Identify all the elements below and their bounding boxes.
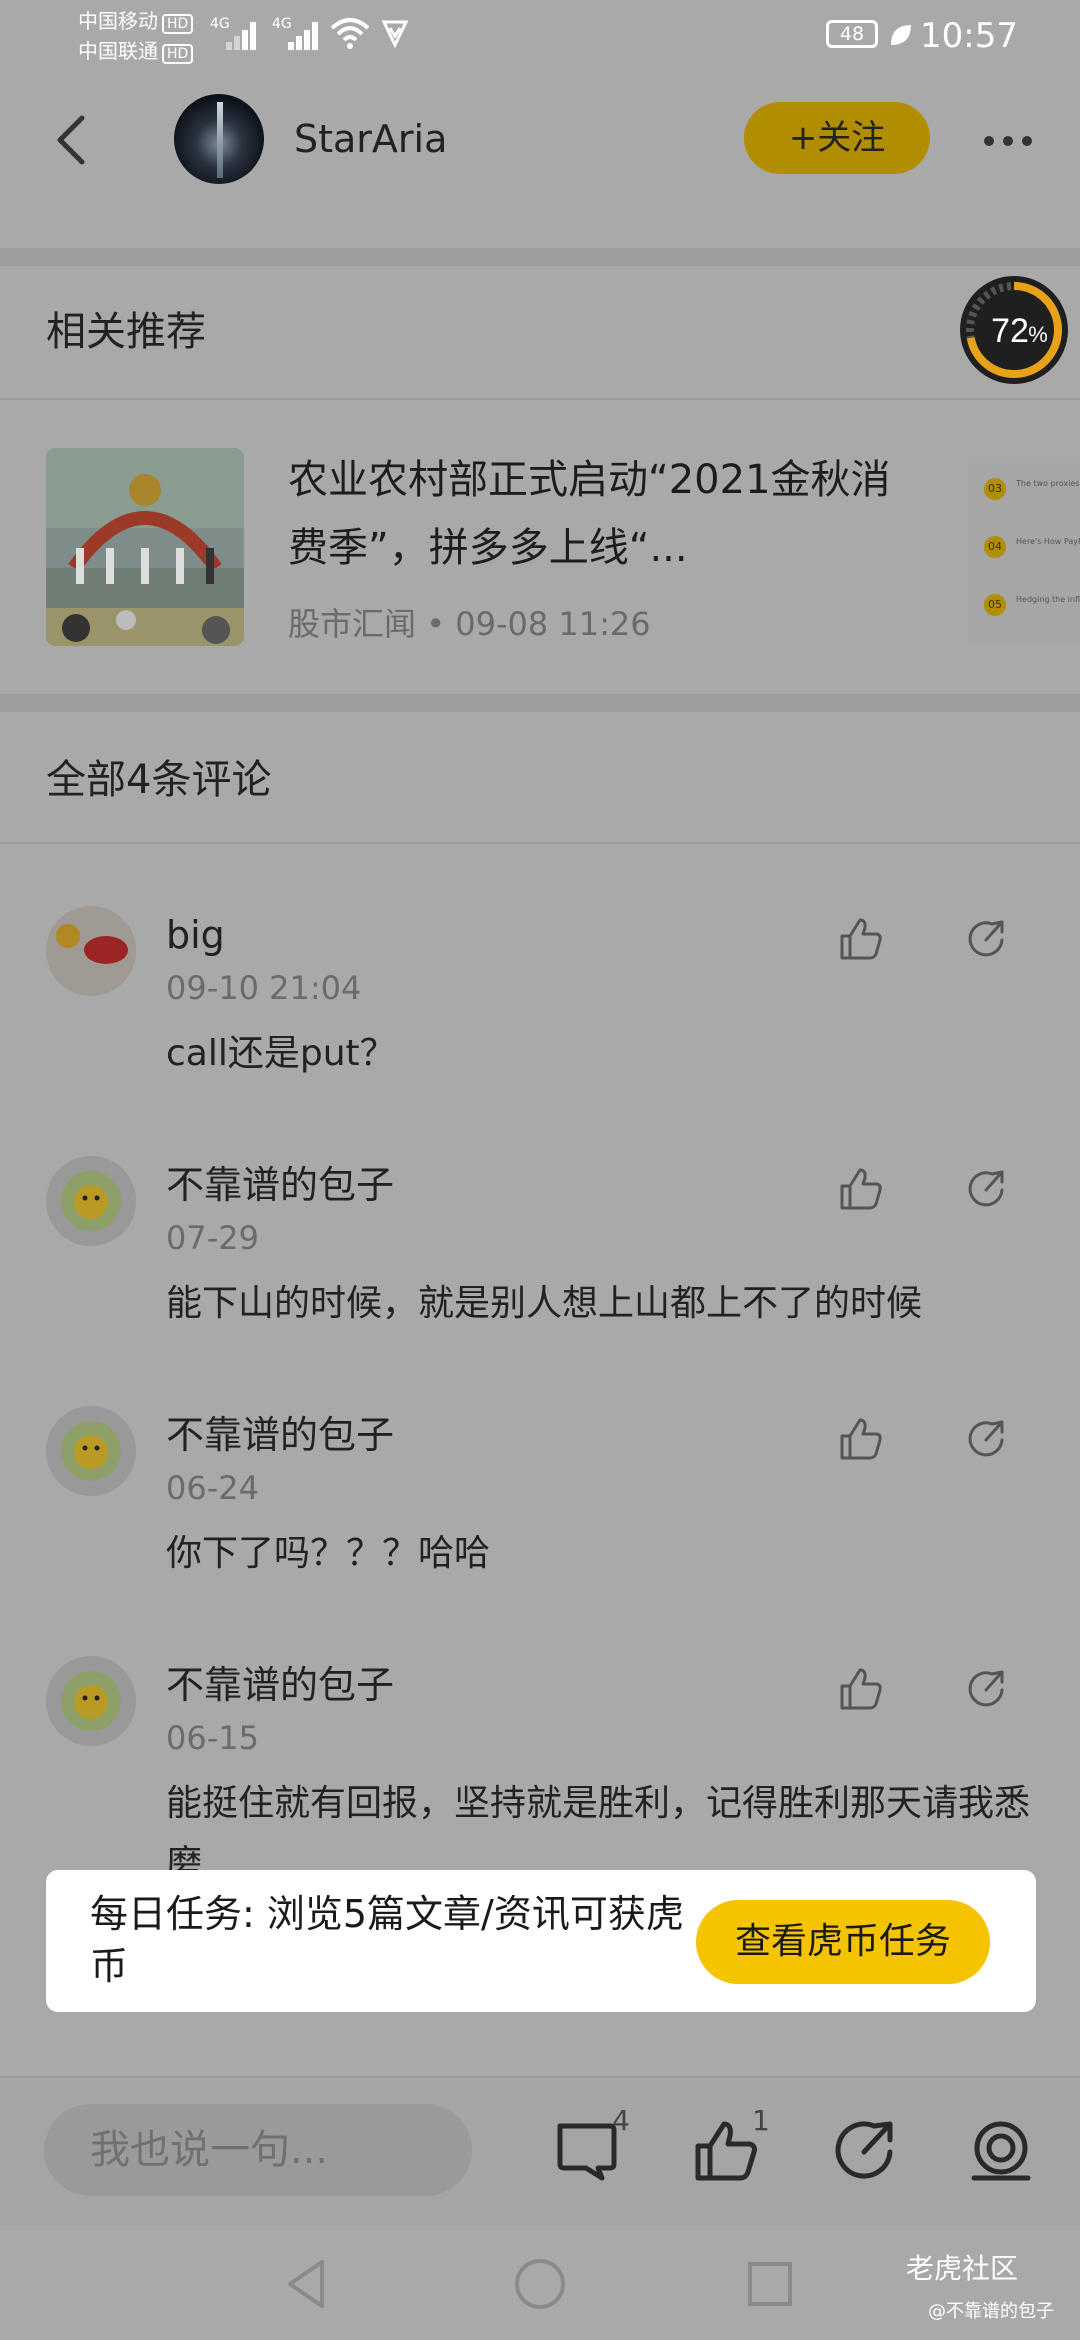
nav-recents-icon[interactable]	[740, 2254, 800, 2314]
article-image	[46, 448, 244, 646]
comment-item: 不靠谱的包子 07-29 能下山的时候，就是别人想上山都上不了的时候	[0, 1156, 1080, 1396]
battery-icon: 48	[826, 20, 878, 48]
avatar-image	[46, 1406, 136, 1496]
nav-home-icon[interactable]	[510, 2254, 570, 2314]
comment-text: call还是put？	[166, 1033, 396, 1074]
commenter-avatar[interactable]	[46, 1656, 136, 1746]
comment-text: 能挺住就有回报，坚持就是胜利，记得胜利那天请我悉磨	[166, 1783, 1031, 1876]
commenter-avatar[interactable]	[46, 906, 136, 996]
article-time: 09-08 11:26	[455, 605, 651, 643]
thumbs-up-icon[interactable]	[836, 1414, 886, 1464]
carrier-info: 中国移动 HD 中国联通 HD	[78, 6, 194, 66]
status-bar: 中国移动 HD 中国联通 HD 4G 4G 48 10:57	[0, 0, 1080, 70]
comment-item: 不靠谱的包子 06-24 你下了吗？？？哈哈	[0, 1406, 1080, 1646]
share-icon[interactable]	[962, 1414, 1012, 1464]
header: StarAria +关注	[0, 70, 1080, 248]
author-name[interactable]: StarAria	[294, 114, 447, 164]
article-source: 股市汇闻	[288, 605, 417, 643]
back-arrow-icon[interactable]	[48, 108, 98, 172]
like-count: 1	[752, 2104, 770, 2137]
bottom-action-bar: 4 1	[0, 2076, 1080, 2226]
avatar-image	[46, 1656, 136, 1746]
wifi-icon	[330, 18, 370, 49]
article-title[interactable]: 农业农村部正式启动“2021金秋消费季”，拼多多上线“...	[288, 446, 908, 582]
avatar-image	[46, 906, 136, 996]
divider	[0, 694, 1080, 712]
reading-progress-ring: 72 %	[960, 276, 1068, 384]
next-article-peek[interactable]: 03 The two proxies to sell 04 Here's How…	[968, 458, 1080, 644]
hd-badge-2: HD	[162, 44, 194, 64]
battery-level: 48	[839, 23, 865, 45]
thumbs-up-icon[interactable]	[836, 914, 886, 964]
comment-date: 09-10 21:04	[166, 969, 362, 1007]
article-meta: 股市汇闻 • 09-08 11:26	[288, 596, 651, 652]
commenter-avatar[interactable]	[46, 1406, 136, 1496]
hd-badge-1: HD	[162, 14, 194, 34]
comment-item: big 09-10 21:04 call还是put？	[0, 906, 1080, 1146]
comment-item: 不靠谱的包子 06-15 能挺住就有回报，坚持就是胜利，记得胜利那天请我悉磨	[0, 1656, 1080, 1876]
divider	[0, 842, 1080, 844]
article-thumbnail[interactable]	[46, 448, 244, 646]
comment-text: 能下山的时候，就是别人想上山都上不了的时候	[166, 1283, 923, 1324]
leaf-icon	[891, 25, 911, 45]
divider	[0, 248, 1080, 266]
progress-unit: %	[1028, 322, 1048, 347]
thumbs-up-icon[interactable]	[836, 1164, 886, 1214]
comment-text: 你下了吗？？？哈哈	[166, 1533, 491, 1574]
carrier-1: 中国移动	[78, 9, 158, 33]
comment-count: 4	[612, 2104, 630, 2137]
share-icon[interactable]	[962, 1164, 1012, 1214]
daily-task-banner: 每日任务: 浏览5篇文章/资讯可获虎币 查看虎币任务	[46, 1870, 1036, 2012]
more-options-icon[interactable]	[978, 120, 1038, 160]
share-icon[interactable]	[962, 1664, 1012, 1714]
gift-icon[interactable]	[966, 2116, 1036, 2186]
commenter-avatar[interactable]	[46, 1156, 136, 1246]
task-description: 每日任务: 浏览5篇文章/资讯可获虎币	[90, 1892, 684, 1988]
related-section-title: 相关推荐	[46, 309, 206, 355]
nav-back-icon[interactable]	[278, 2254, 338, 2314]
comment-date: 07-29	[166, 1219, 259, 1257]
shield-icon	[381, 20, 409, 48]
comment-date: 06-24	[166, 1469, 259, 1507]
watermark-brand: 老虎社区	[906, 2252, 1019, 2285]
thumbs-up-icon[interactable]	[836, 1664, 886, 1714]
comment-input[interactable]	[44, 2104, 472, 2196]
commenter-name[interactable]: big	[166, 910, 225, 960]
comment-date: 06-15	[166, 1719, 259, 1757]
divider	[0, 398, 1080, 400]
share-icon[interactable]	[830, 2116, 900, 2186]
avatar-image	[46, 1156, 136, 1246]
clock: 10:57	[920, 16, 1018, 56]
view-tiger-coin-tasks-button[interactable]: 查看虎币任务	[696, 1900, 990, 1984]
share-icon[interactable]	[962, 914, 1012, 964]
author-avatar[interactable]	[174, 94, 264, 184]
comments-count-title: 全部4条评论	[46, 757, 272, 803]
follow-button[interactable]: +关注	[744, 102, 930, 174]
signal-icon-1	[226, 20, 260, 50]
meta-separator: •	[426, 605, 446, 643]
commenter-name[interactable]: 不靠谱的包子	[166, 1660, 394, 1710]
carrier-2: 中国联通	[78, 39, 158, 63]
progress-value: 72	[991, 312, 1029, 350]
commenter-name[interactable]: 不靠谱的包子	[166, 1410, 394, 1460]
commenter-name[interactable]: 不靠谱的包子	[166, 1160, 394, 1210]
signal-icon-2	[288, 20, 322, 50]
watermark-user: @不靠谱的包子	[928, 2301, 1054, 2322]
